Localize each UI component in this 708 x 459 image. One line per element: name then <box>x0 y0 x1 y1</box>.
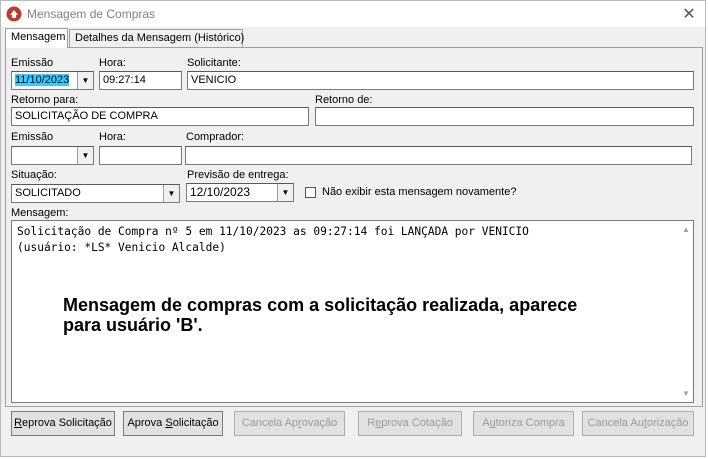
autoriza-compra-post: toriza Compra <box>495 417 565 429</box>
previsao-date-combo[interactable]: 12/10/2023 ▼ <box>186 183 294 202</box>
hora-value: 09:27:14 <box>103 74 146 86</box>
autoriza-compra-pre: A <box>482 417 490 429</box>
cancela-aprovacao-pre: Cancela Ap <box>241 417 299 429</box>
tab-detalhes-label: Detalhes da Mensagem (Histórico) <box>75 32 245 44</box>
reprova-cotacao-post: prova Cotação <box>381 417 453 429</box>
close-button[interactable]: ✕ <box>673 1 705 27</box>
cancela-aprovacao-post: ovação <box>301 417 338 429</box>
emissao2-date-combo[interactable]: ▼ <box>11 146 94 165</box>
chevron-down-icon[interactable]: ▼ <box>163 185 179 202</box>
aprova-solicitacao-pre: Aprova <box>127 417 166 429</box>
aprova-solicitacao-post: olicitação <box>172 417 219 429</box>
retorno-de-label: Retorno de: <box>315 94 373 106</box>
annotation-line-1: Mensagem de compras com a solicitação re… <box>63 295 578 315</box>
retorno-para-field[interactable]: SOLICITAÇÃO DE COMPRA <box>11 107 309 126</box>
hora-label: Hora: <box>99 57 126 69</box>
annotation-caption: Mensagem de compras com a solicitação re… <box>63 295 663 335</box>
emissao-label: Emissão <box>11 57 54 69</box>
solicitante-label: Solicitante: <box>187 57 241 69</box>
comprador-label: Comprador: <box>186 131 245 143</box>
comprador-field[interactable] <box>185 146 692 165</box>
app-logo-icon <box>6 6 22 22</box>
chevron-down-icon[interactable]: ▼ <box>77 147 93 164</box>
vertical-scrollbar[interactable]: ▲ ▼ <box>678 221 693 402</box>
aprova-solicitacao-button[interactable]: Aprova Solicitação <box>123 411 223 436</box>
autoriza-compra-button[interactable]: Autoriza Compra <box>473 411 574 436</box>
annotation-line-2: para usuário 'B'. <box>63 315 203 335</box>
previsao-date-value: 12/10/2023 <box>190 185 251 199</box>
retorno-para-label: Retorno para: <box>11 94 79 106</box>
mensagem-label: Mensagem: <box>11 207 69 219</box>
hora2-field[interactable] <box>99 146 182 165</box>
situacao-label: Situação: <box>11 169 57 181</box>
tab-detalhes[interactable]: Detalhes da Mensagem (Histórico) <box>69 29 245 47</box>
scroll-up-icon[interactable]: ▲ <box>682 225 690 234</box>
mensagem-line-1: Solicitação de Compra nº 5 em 11/10/2023… <box>17 225 529 238</box>
chevron-down-icon[interactable]: ▼ <box>277 184 293 201</box>
mensagem-line-2: (usuário: *LS* Venicio Alcalde) <box>17 241 226 254</box>
retorno-de-field[interactable] <box>315 107 694 126</box>
situacao-value: SOLICITADO <box>15 187 81 199</box>
reprova-solicitacao-button[interactable]: Reprova Solicitação <box>11 411 115 436</box>
cancela-autorizacao-post: orização <box>646 417 689 429</box>
scroll-down-icon[interactable]: ▼ <box>682 389 690 398</box>
reprova-solicitacao-key: R <box>14 417 23 429</box>
emissao-date-combo[interactable]: 11/10/2023 ▼ <box>11 71 94 90</box>
chevron-down-icon[interactable]: ▼ <box>77 72 93 89</box>
hora2-label: Hora: <box>99 131 126 143</box>
emissao2-label: Emissão <box>11 131 54 143</box>
tab-mensagem[interactable]: Mensagem <box>5 28 68 48</box>
hora-field[interactable]: 09:27:14 <box>99 71 182 90</box>
reprova-cotacao-button[interactable]: Reprova Cotação <box>358 411 462 436</box>
close-icon: ✕ <box>682 6 696 23</box>
emissao-date-value: 11/10/2023 <box>15 74 70 86</box>
window-title: Mensagem de Compras <box>27 7 156 21</box>
previsao-label: Previsão de entrega: <box>187 169 289 181</box>
situacao-select[interactable]: SOLICITADO ▼ <box>11 184 180 203</box>
tab-mensagem-label: Mensagem <box>11 31 66 43</box>
message-window: Mensagem de Compras ✕ Mensagem Detalhes … <box>0 0 706 457</box>
cancela-autorizacao-pre: Cancela Au <box>587 417 644 429</box>
reprova-solicitacao-post: eprova Solicitação <box>22 417 112 429</box>
retorno-para-value: SOLICITAÇÃO DE COMPRA <box>15 110 158 122</box>
cancela-autorizacao-button[interactable]: Cancela Autorização <box>582 411 694 436</box>
aprova-solicitacao-key: S <box>165 417 173 429</box>
title-bar: Mensagem de Compras ✕ <box>1 1 705 27</box>
nao-exibir-checkbox[interactable] <box>305 187 316 198</box>
mensagem-text: Solicitação de Compra nº 5 em 11/10/2023… <box>17 224 529 256</box>
solicitante-field[interactable]: VENICIO <box>187 71 694 90</box>
nao-exibir-label: Não exibir esta mensagem novamente? <box>322 186 517 198</box>
cancela-aprovacao-button[interactable]: Cancela Aprovação <box>234 411 345 436</box>
reprova-cotacao-pre: R <box>367 417 376 429</box>
solicitante-value: VENICIO <box>191 74 237 86</box>
